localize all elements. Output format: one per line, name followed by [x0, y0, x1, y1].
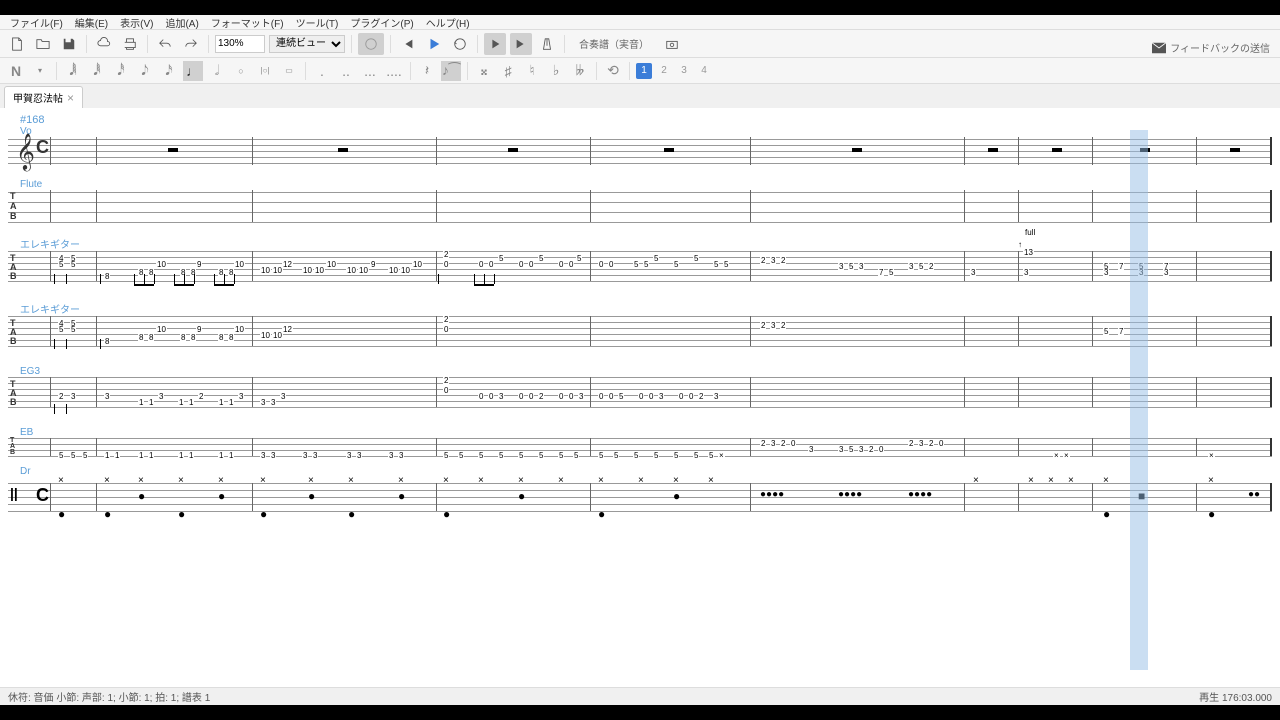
close-icon[interactable]: × — [67, 91, 74, 105]
natural-icon[interactable]: ♮ — [522, 61, 542, 81]
voice-1-button[interactable]: 1 — [636, 63, 652, 79]
menu-help[interactable]: ヘルプ(H) — [420, 15, 476, 30]
status-right: 再生 176:03.000 — [1199, 689, 1272, 704]
standard-staff[interactable]: 𝄞 C — [8, 137, 1272, 165]
voice-4-button[interactable]: 4 — [696, 63, 712, 79]
menu-edit[interactable]: 編集(E) — [69, 15, 114, 30]
note-input-icon[interactable]: N — [6, 61, 26, 81]
treble-clef-icon: 𝄞 — [16, 133, 35, 171]
loop-icon[interactable] — [449, 33, 471, 55]
tab-title: 甲賀忍法帖 — [13, 90, 63, 105]
save-icon[interactable] — [58, 33, 80, 55]
tab-staff-flute[interactable]: TAB — [8, 190, 1272, 222]
pan-icon[interactable] — [510, 33, 532, 55]
playback-cursor — [1130, 130, 1148, 670]
tab-staff-eg3[interactable]: TAB 23 3 113 112 113 333 20 003 002 003 … — [8, 377, 1272, 407]
metronome-icon[interactable] — [536, 33, 558, 55]
open-icon[interactable] — [32, 33, 54, 55]
print-icon[interactable] — [119, 33, 141, 55]
drum-staff[interactable]: || C ×● ×● ×● ×● ×● ×● ×● ×● ×● ×● × ×● … — [8, 477, 1272, 517]
rest-icon[interactable]: 𝄽 — [417, 61, 437, 81]
menu-format[interactable]: フォーマット(F) — [205, 15, 290, 30]
track-eg3: EG3 TAB 23 3 113 112 113 333 20 003 002 … — [0, 366, 1280, 407]
menubar: ファイル(F) 編集(E) 表示(V) 追加(A) フォーマット(F) ツール(… — [0, 15, 1280, 30]
dot-icon[interactable]: . — [312, 61, 332, 81]
camera-icon[interactable] — [661, 33, 683, 55]
status-left: 休符: 音価 小節: 声部: 1; 小節: 1; 拍: 1; 譜表 1 — [8, 689, 210, 704]
rewind-icon[interactable] — [397, 33, 419, 55]
repeat-icon[interactable] — [484, 33, 506, 55]
double-sharp-icon[interactable]: 𝄪 — [474, 61, 494, 81]
double-dot-icon[interactable]: .. — [336, 61, 356, 81]
cloud-icon[interactable] — [93, 33, 115, 55]
main-toolbar: 連続ビュー 合奏譜（実音） — [0, 30, 1280, 58]
quad-dot-icon[interactable]: .... — [384, 61, 404, 81]
note-quarter-icon[interactable]: ♩ — [183, 61, 203, 81]
note-8b-icon[interactable]: 𝅘𝅥𝅯 — [159, 61, 179, 81]
menu-view[interactable]: 表示(V) — [114, 15, 159, 30]
note-half-icon[interactable]: 𝅗𝅥 — [207, 61, 227, 81]
flat-icon[interactable]: ♭ — [546, 61, 566, 81]
status-bar: 休符: 音価 小節: 声部: 1; 小節: 1; 拍: 1; 譜表 1 再生 1… — [0, 687, 1280, 705]
menu-tool[interactable]: ツール(T) — [290, 15, 345, 30]
note-whole-icon[interactable]: ○ — [231, 61, 251, 81]
menu-add[interactable]: 追加(A) — [159, 15, 204, 30]
feedback-link[interactable]: フィードバックの送信 — [1152, 40, 1270, 55]
redo-icon[interactable] — [180, 33, 202, 55]
triple-dot-icon[interactable]: ... — [360, 61, 380, 81]
new-file-icon[interactable] — [6, 33, 28, 55]
note-toolbar: N ▾ 𝅘𝅥𝅲 𝅘𝅥𝅱 𝅘𝅥𝅰 𝅘𝅥𝅮 𝅘𝅥𝅯 ♩ 𝅗𝅥 ○ |○| ▭ . .… — [0, 58, 1280, 84]
track-eg1: エレキギター full ↑ TAB 45 55 8 88 10889 8810 … — [0, 236, 1280, 281]
view-mode-select[interactable]: 連続ビュー — [269, 35, 345, 53]
sharp-icon[interactable]: ♯ — [498, 61, 518, 81]
chevron-down-icon[interactable]: ▾ — [30, 61, 50, 81]
midi-input-icon[interactable] — [358, 33, 384, 55]
note-8-icon[interactable]: 𝅘𝅥𝅮 — [135, 61, 155, 81]
document-tabs: 甲賀忍法帖 × — [0, 84, 1280, 108]
track-flute: Flute TAB — [0, 179, 1280, 222]
flip-icon[interactable]: ⟲ — [603, 61, 623, 81]
score-canvas[interactable]: #168 Vo 𝄞 C Flute TAB エレキギター full ↑ TAB … — [0, 108, 1280, 673]
note-16-icon[interactable]: 𝅘𝅥𝅰 — [111, 61, 131, 81]
document-tab[interactable]: 甲賀忍法帖 × — [4, 86, 83, 108]
voice-3-button[interactable]: 3 — [676, 63, 692, 79]
track-eb: EB TAB 555 11 11 11 11 33 33 33 33 55 55… — [0, 427, 1280, 456]
track-eg2: エレキギター TAB 45 55 8 88 10889 8810 101012 … — [0, 301, 1280, 346]
note-32-icon[interactable]: 𝅘𝅥𝅱 — [87, 61, 107, 81]
measure-number: #168 — [20, 114, 1280, 126]
time-signature: C — [36, 137, 49, 158]
track-dr: Dr || C ×● ×● ×● ×● ×● ×● ×● ×● ×● ×● × … — [0, 466, 1280, 517]
tab-staff-eb[interactable]: TAB 555 11 11 11 11 33 33 33 33 55 55 55… — [8, 438, 1272, 456]
double-flat-icon[interactable]: 𝄫 — [570, 61, 590, 81]
undo-icon[interactable] — [154, 33, 176, 55]
note-64-icon[interactable]: 𝅘𝅥𝅲 — [63, 61, 83, 81]
tie-icon[interactable]: ♪⁀ — [441, 61, 461, 81]
note-breve-icon[interactable]: |○| — [255, 61, 275, 81]
note-longa-icon[interactable]: ▭ — [279, 61, 299, 81]
voice-2-button[interactable]: 2 — [656, 63, 672, 79]
score-info-label: 合奏譜（実音） — [579, 36, 649, 51]
menu-file[interactable]: ファイル(F) — [4, 15, 69, 30]
play-icon[interactable] — [423, 33, 445, 55]
track-vo: Vo 𝄞 C — [0, 126, 1280, 165]
zoom-input[interactable] — [215, 35, 265, 53]
menu-plugin[interactable]: プラグイン(P) — [344, 15, 419, 30]
